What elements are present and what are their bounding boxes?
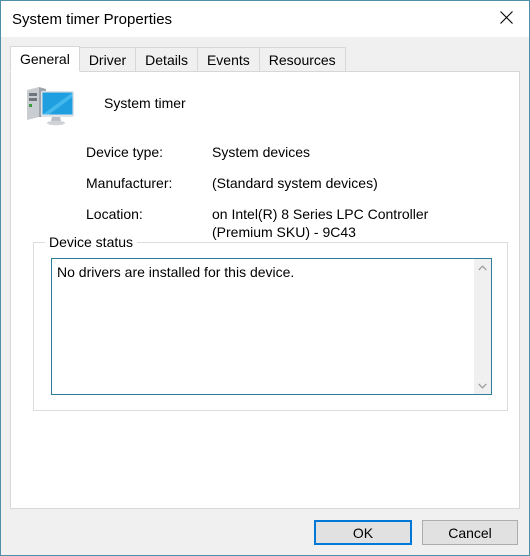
device-type-label: Device type: [86,144,164,160]
chevron-up-icon[interactable] [474,259,491,276]
cancel-button[interactable]: Cancel [422,520,518,545]
property-row-location: Location: on Intel(R) 8 Series LPC Contr… [86,206,506,242]
property-row-device-type: Device type: System devices [86,144,506,162]
computer-device-icon [27,87,74,126]
tab-general[interactable]: General [10,46,80,72]
manufacturer-label: Manufacturer: [86,174,173,191]
device-header: System timer [24,84,186,128]
title-bar: System timer Properties [1,1,529,37]
chevron-down-icon[interactable] [474,377,491,394]
property-row-manufacturer: Manufacturer: (Standard system devices) [86,175,506,193]
ok-button[interactable]: OK [314,520,412,545]
location-value: on Intel(R) 8 Series LPC Controller (Pre… [212,205,429,240]
location-label: Location: [86,205,143,222]
device-status-group-label: Device status [45,234,138,250]
dialog-footer: OK Cancel [1,509,529,555]
tab-driver[interactable]: Driver [78,47,137,72]
device-status-group: Device status No drivers are installed f… [33,234,508,411]
close-icon[interactable] [483,1,529,34]
tab-strip: General Driver Details Events Resources [10,46,346,72]
device-name: System timer [104,95,186,111]
device-status-text: No drivers are installed for this device… [57,264,295,280]
tab-details[interactable]: Details [135,47,198,72]
device-type-value: System devices [212,144,311,160]
window-title: System timer Properties [12,10,173,28]
tab-resources[interactable]: Resources [258,47,346,72]
manufacturer-value: (Standard system devices) [212,174,378,191]
tab-events[interactable]: Events [196,47,260,72]
properties-dialog-window: System timer Properties General Driver D… [0,0,530,556]
general-tab-panel: System timer Device type: System devices… [10,71,520,509]
device-status-scrollbar[interactable] [474,259,491,394]
device-properties-list: Device type: System devices Manufacturer… [86,144,506,255]
device-status-textbox[interactable]: No drivers are installed for this device… [51,258,492,395]
